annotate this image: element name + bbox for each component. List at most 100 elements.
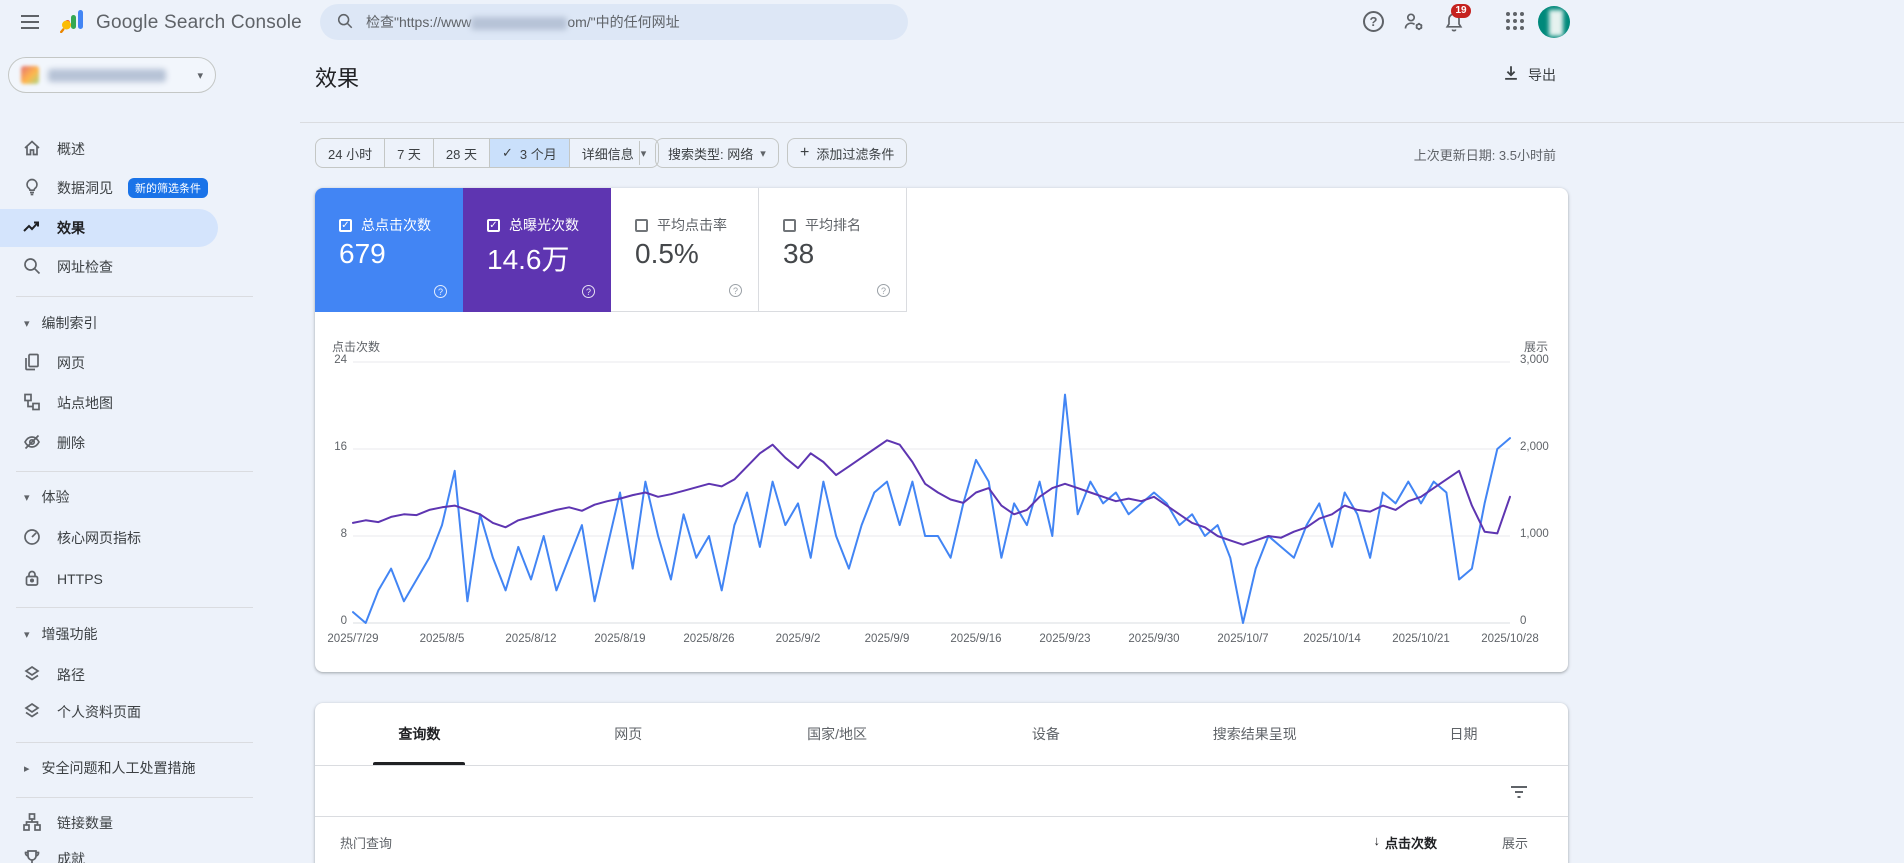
check-icon: ✓ bbox=[502, 145, 513, 160]
range-28d-chip[interactable]: 28 天 bbox=[434, 139, 490, 167]
search-type-chip[interactable]: 搜索类型: 网络 ▾ bbox=[656, 139, 778, 167]
lightbulb-icon bbox=[22, 177, 42, 200]
column-clicks-sort[interactable]: ↓ 点击次数 bbox=[1373, 833, 1437, 852]
top-bar: Google Search Console 检查"https://www om/"… bbox=[0, 0, 1904, 44]
checkbox-unchecked-icon[interactable] bbox=[783, 218, 796, 232]
help-icon[interactable]: ? bbox=[1363, 11, 1384, 32]
sidebar-item-profile-pages[interactable]: 个人资料页面 bbox=[0, 693, 300, 731]
speedometer-icon bbox=[22, 527, 42, 550]
chart-x-axis: 2025/7/29 2025/8/5 2025/8/12 2025/8/19 2025/… bbox=[327, 633, 1539, 645]
date-range-group: 24 小时 7 天 28 天 ✓ 3 个月 详细信息 ▾ bbox=[315, 138, 660, 168]
column-impressions[interactable]: 展示 bbox=[1502, 833, 1528, 852]
section-indexing[interactable]: ▾ 编制索引 bbox=[0, 308, 300, 338]
sidebar-item-performance[interactable]: 效果 bbox=[0, 209, 218, 247]
home-icon bbox=[22, 138, 42, 161]
y-axis-left-title: 点击次数 bbox=[332, 340, 381, 354]
chart-plot bbox=[352, 361, 1511, 624]
add-filter-chip[interactable]: + 添加过滤条件 bbox=[788, 139, 906, 167]
avatar[interactable] bbox=[1538, 6, 1570, 38]
tab-dates[interactable]: 日期 bbox=[1359, 703, 1568, 765]
pages-icon bbox=[22, 352, 42, 375]
sitemap-icon bbox=[22, 392, 42, 415]
help-icon[interactable]: ? bbox=[877, 284, 890, 297]
link-tree-icon bbox=[22, 812, 42, 835]
url-inspect-search-input[interactable]: 检查"https://www om/"中的任何网址 bbox=[320, 4, 908, 40]
download-icon bbox=[1502, 64, 1520, 85]
divider bbox=[639, 141, 640, 165]
export-button[interactable]: 导出 bbox=[1502, 64, 1556, 85]
app-logo[interactable]: Google Search Console bbox=[60, 7, 302, 38]
y-axis-right-title: 展示 bbox=[1523, 340, 1548, 354]
filter-toolbar: 24 小时 7 天 28 天 ✓ 3 个月 详细信息 ▾ 搜索类型: 网络 ▾ + 添加… bbox=[300, 138, 1904, 168]
dimension-tabs: 查询数 网页 国家/地区 设备 搜索结果呈现 日期 bbox=[315, 703, 1568, 766]
help-icon[interactable]: ? bbox=[582, 285, 595, 298]
avg-position-value: 38 bbox=[783, 238, 815, 269]
performance-card: ✓ 总点击次数 679 ? ✓ 总曝光次数 14.6万 ? 平均点击率 0.5% ?… bbox=[315, 188, 1568, 672]
help-icon[interactable]: ? bbox=[729, 284, 742, 297]
help-icon[interactable]: ? bbox=[434, 285, 447, 298]
new-filter-badge: 新的筛选条件 bbox=[128, 178, 208, 198]
caret-down-icon: ▾ bbox=[24, 491, 30, 504]
chevron-down-icon: ▾ bbox=[760, 147, 766, 160]
sidebar-item-paths[interactable]: 路径 bbox=[0, 656, 300, 694]
tab-countries[interactable]: 国家/地区 bbox=[733, 703, 942, 765]
divider bbox=[16, 742, 253, 743]
user-settings-icon[interactable] bbox=[1402, 10, 1426, 34]
dimensions-table-card: 查询数 网页 国家/地区 设备 搜索结果呈现 日期 热门查询 ↓ 点击次数 展示 bbox=[315, 703, 1568, 863]
checkbox-checked-icon[interactable]: ✓ bbox=[339, 218, 352, 232]
chart-y-axis-right: 0 1,000 2,000 3,000 bbox=[1520, 354, 1549, 627]
redacted-domain bbox=[471, 16, 568, 30]
caret-down-icon: ▾ bbox=[24, 628, 30, 641]
avg-ctr-value: 0.5% bbox=[635, 238, 699, 269]
tab-devices[interactable]: 设备 bbox=[941, 703, 1150, 765]
sidebar-item-sitemaps[interactable]: 站点地图 bbox=[0, 384, 300, 422]
layers-icon bbox=[22, 664, 42, 687]
checkbox-unchecked-icon[interactable] bbox=[635, 218, 648, 232]
search-placeholder: 检查"https://www om/"中的任何网址 bbox=[366, 14, 680, 30]
sidebar-item-achievements[interactable]: 成就 bbox=[0, 840, 300, 863]
property-selector[interactable]: ▾ bbox=[8, 57, 216, 93]
total-clicks-tile[interactable]: ✓ 总点击次数 679 ? bbox=[315, 188, 463, 312]
tab-search-appearance[interactable]: 搜索结果呈现 bbox=[1150, 703, 1359, 765]
plus-icon: + bbox=[800, 144, 810, 161]
eye-off-icon bbox=[22, 432, 42, 455]
page-title: 效果 bbox=[315, 66, 360, 91]
sidebar-item-removals[interactable]: 删除 bbox=[0, 424, 300, 462]
sidebar-item-links[interactable]: 链接数量 bbox=[0, 804, 300, 842]
total-impressions-value: 14.6万 bbox=[487, 244, 570, 275]
main-content: 效果 导出 24 小时 7 天 28 天 ✓ 3 个月 详细信息 ▾ 搜索类型: 网… bbox=[300, 44, 1904, 863]
sidebar-item-pages[interactable]: 网页 bbox=[0, 344, 300, 382]
avg-position-tile[interactable]: 平均排名 38 ? bbox=[759, 188, 907, 312]
property-name-redacted bbox=[48, 68, 166, 82]
trending-up-icon bbox=[22, 217, 42, 240]
divider bbox=[16, 607, 253, 608]
caret-right-icon: ▸ bbox=[24, 762, 30, 775]
sidebar-item-insights[interactable]: 数据洞见 新的筛选条件 bbox=[0, 169, 300, 207]
caret-down-icon: ▾ bbox=[24, 317, 30, 330]
range-3m-chip[interactable]: ✓ 3 个月 bbox=[490, 139, 570, 167]
tab-queries[interactable]: 查询数 bbox=[315, 703, 524, 765]
checkbox-checked-icon[interactable]: ✓ bbox=[487, 218, 500, 232]
app-title: Google Search Console bbox=[96, 11, 302, 33]
sidebar-item-url-inspection[interactable]: 网址检查 bbox=[0, 248, 300, 286]
menu-icon[interactable] bbox=[18, 11, 42, 33]
total-impressions-tile[interactable]: ✓ 总曝光次数 14.6万 ? bbox=[463, 188, 611, 312]
chevron-down-icon: ▾ bbox=[640, 147, 647, 160]
apps-grid-icon[interactable] bbox=[1504, 10, 1528, 34]
section-enhancements[interactable]: ▾ 增强功能 bbox=[0, 619, 300, 649]
table-header-row: 热门查询 ↓ 点击次数 展示 bbox=[315, 817, 1568, 863]
sort-desc-icon: ↓ bbox=[1373, 833, 1380, 848]
section-experience[interactable]: ▾ 体验 bbox=[0, 482, 300, 512]
sidebar-item-security[interactable]: ▸ 安全问题和人工处置措施 bbox=[0, 753, 300, 783]
sidebar-item-overview[interactable]: 概述 bbox=[0, 130, 300, 168]
divider bbox=[16, 471, 253, 472]
range-24h-chip[interactable]: 24 小时 bbox=[316, 139, 386, 167]
avg-ctr-tile[interactable]: 平均点击率 0.5% ? bbox=[611, 188, 759, 312]
range-7d-chip[interactable]: 7 天 bbox=[385, 139, 434, 167]
sidebar-item-core-web-vitals[interactable]: 核心网页指标 bbox=[0, 519, 300, 557]
notifications-icon[interactable]: 19 bbox=[1442, 4, 1471, 34]
details-chip[interactable]: 详细信息 ▾ bbox=[570, 139, 659, 167]
tab-pages[interactable]: 网页 bbox=[524, 703, 733, 765]
filter-list-icon[interactable] bbox=[1508, 781, 1530, 803]
sidebar-item-https[interactable]: HTTPS bbox=[0, 560, 300, 598]
